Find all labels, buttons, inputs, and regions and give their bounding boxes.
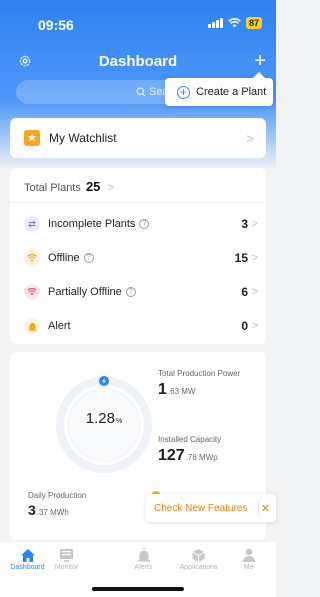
plant-row-offline[interactable]: Offline ? 15 > <box>24 248 258 268</box>
plant-row-alert[interactable]: Alert 0 > <box>24 316 258 336</box>
create-plant-label: Create a Plant <box>196 86 267 98</box>
status-bar: 09:56 87 <box>0 0 276 46</box>
chevron-right-icon: > <box>107 182 114 194</box>
sync-icon: ⇄ <box>24 216 40 232</box>
wifi-icon <box>24 250 40 266</box>
help-icon[interactable]: ? <box>125 287 136 297</box>
help-icon[interactable]: ? <box>83 253 94 263</box>
tab-applications[interactable]: Applications <box>171 546 226 571</box>
row-value: 0 <box>241 319 248 333</box>
plus-circle-icon: + <box>177 85 190 99</box>
watchlist-label: My Watchlist <box>49 131 117 145</box>
tab-me[interactable]: Me <box>221 546 276 571</box>
cube-icon <box>171 546 226 564</box>
alert-icon <box>24 318 40 334</box>
divider <box>258 501 259 515</box>
row-value: 3 <box>241 217 248 231</box>
total-plants[interactable]: Total Plants 25 > <box>24 179 114 194</box>
tab-monitor[interactable]: Monitor <box>39 546 94 571</box>
ring-value: 1.28% <box>85 410 123 427</box>
row-label: Incomplete Plants <box>48 218 136 230</box>
close-icon[interactable]: ✕ <box>261 502 270 515</box>
create-plant-menu-item[interactable]: + Create a Plant <box>165 72 273 106</box>
total-plants-label: Total Plants <box>24 182 81 194</box>
wifi-status-icon <box>228 18 241 28</box>
banner-text[interactable]: Check New Features <box>154 503 247 514</box>
chevron-right-icon: > <box>251 320 258 332</box>
metric-label: Daily Production <box>28 491 87 500</box>
tab-label: Applications <box>179 564 218 571</box>
chevron-right-icon: > <box>251 286 258 298</box>
row-value: 6 <box>241 285 248 299</box>
navbar: Dashboard + <box>0 50 276 76</box>
home-indicator <box>92 587 184 591</box>
row-label: Offline <box>48 252 80 264</box>
metric-label: Total Production Power <box>158 369 241 378</box>
help-icon[interactable]: ? <box>139 219 150 229</box>
tab-label: Me <box>243 564 254 571</box>
add-button[interactable]: + <box>254 50 266 72</box>
search-icon <box>136 87 146 97</box>
tab-label: Monitor <box>54 564 79 571</box>
new-features-banner[interactable]: Check New Features ✕ <box>146 494 276 522</box>
watchlist-card[interactable]: ★ My Watchlist > <box>10 118 266 158</box>
chevron-right-icon: > <box>251 218 258 230</box>
plants-card: Total Plants 25 > ⇄ Incomplete Plants ? … <box>10 168 266 344</box>
page-title: Dashboard <box>98 53 178 70</box>
battery-indicator: 87 <box>245 17 262 29</box>
wifi-warning-icon <box>24 284 40 300</box>
chevron-right-icon: > <box>251 252 258 264</box>
installed-capacity: Installed Capacity 127.78 MWp <box>158 435 222 464</box>
status-time: 09:56 <box>38 17 74 33</box>
person-icon <box>221 546 276 564</box>
total-plants-value: 25 <box>85 179 101 194</box>
row-label: Alert <box>48 320 71 332</box>
divider <box>10 202 266 203</box>
status-icons: 87 <box>207 17 262 29</box>
monitor-icon <box>39 546 94 564</box>
tab-label: Alerts <box>134 564 153 571</box>
signal-icon <box>207 18 223 28</box>
daily-production: Daily Production 3.37 MWh <box>28 491 87 518</box>
chevron-right-icon: > <box>246 130 254 146</box>
metric-label: Installed Capacity <box>158 435 222 444</box>
star-icon: ★ <box>24 130 40 146</box>
tab-alerts[interactable]: Alerts <box>116 546 171 571</box>
row-value: 15 <box>234 251 248 265</box>
plant-row-partially-offline[interactable]: Partially Offline ? 6 > <box>24 282 258 302</box>
row-label: Partially Offline <box>48 286 122 298</box>
bell-icon <box>116 546 171 564</box>
plant-row-incomplete[interactable]: ⇄ Incomplete Plants ? 3 > <box>24 214 258 234</box>
total-production-power: Total Production Power 1.63 MW <box>158 369 241 398</box>
